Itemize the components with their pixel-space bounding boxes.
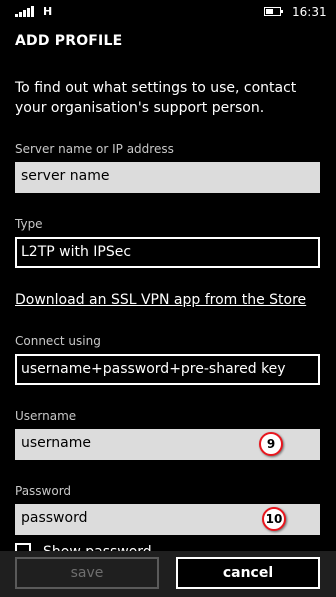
connect-using-label: Connect using xyxy=(15,334,101,348)
server-name-input[interactable]: server name xyxy=(15,162,320,193)
battery-icon xyxy=(264,7,283,16)
connect-using-select[interactable]: username+password+pre-shared key xyxy=(15,354,320,385)
app-bar: save cancel xyxy=(0,551,336,597)
password-label: Password xyxy=(15,484,72,498)
type-label: Type xyxy=(15,217,43,231)
save-button[interactable]: save xyxy=(15,557,159,589)
callout-marker-9: 9 xyxy=(259,432,283,456)
server-label: Server name or IP address xyxy=(15,142,174,156)
network-type: H xyxy=(43,5,53,18)
status-time: 16:31 xyxy=(292,5,327,19)
ssl-vpn-store-link[interactable]: Download an SSL VPN app from the Store xyxy=(15,291,306,309)
status-bar: H 16:31 xyxy=(0,0,336,24)
page-title: ADD PROFILE xyxy=(15,33,123,49)
signal-strength-icon xyxy=(15,6,37,17)
username-label: Username xyxy=(15,409,77,423)
callout-marker-10: 10 xyxy=(262,507,286,531)
intro-text: To find out what settings to use, contac… xyxy=(15,80,297,116)
cancel-button[interactable]: cancel xyxy=(176,557,320,589)
type-select[interactable]: L2TP with IPSec xyxy=(15,237,320,268)
